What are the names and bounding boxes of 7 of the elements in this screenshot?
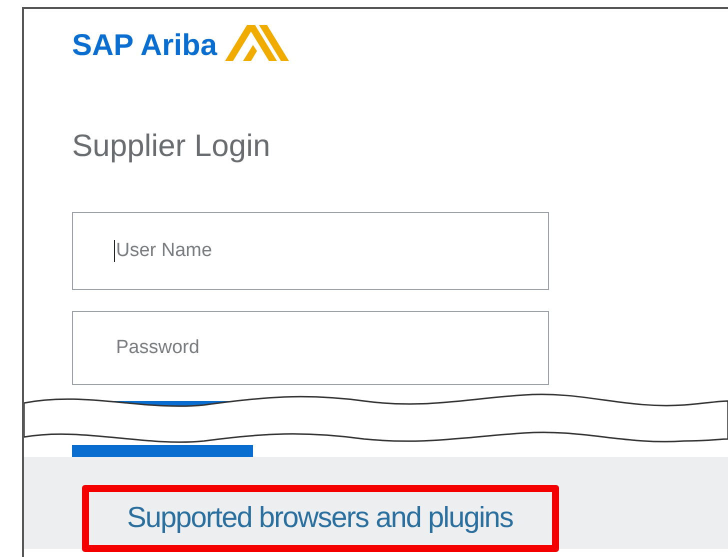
logo-text: SAP Ariba <box>72 31 218 61</box>
input-field[interactable]: Password <box>72 311 549 386</box>
login-button[interactable] <box>72 445 253 458</box>
logo-icon <box>225 25 290 61</box>
page-heading: Supplier Login <box>72 127 272 164</box>
supported-browsers-link[interactable]: Supported browsers and plugins <box>82 485 559 552</box>
input-field[interactable]: User Name <box>72 212 549 290</box>
